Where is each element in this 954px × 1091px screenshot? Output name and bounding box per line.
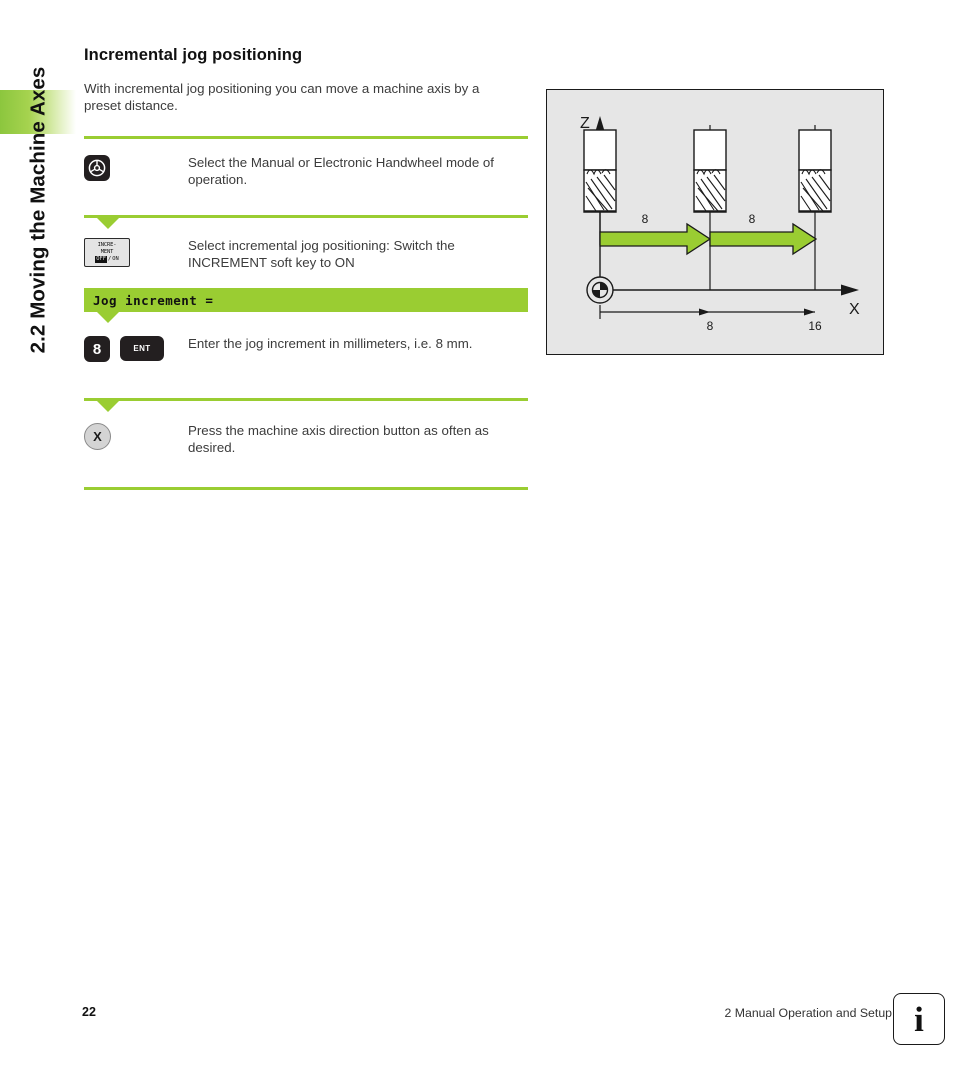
step-2-keys: INCRE- MENT OFF / ON (84, 236, 188, 267)
info-icon[interactable]: i (893, 993, 945, 1045)
content-column: Incremental jog positioning With increme… (84, 46, 528, 490)
x-axis-label: X (849, 301, 860, 318)
axis-direction-key-x[interactable]: X (84, 423, 111, 450)
tool-position-2 (693, 125, 727, 290)
increment-label-1: 8 (642, 212, 649, 226)
tool-position-1 (583, 125, 617, 245)
increment-arrow-2 (709, 222, 818, 256)
section-divider-2 (84, 215, 528, 229)
softkey-state-separator: / (108, 256, 112, 263)
chapter-tab-title: 2.2 Moving the Machine Axes (0, 0, 76, 420)
page-footer: 22 2 Manual Operation and Setup i (0, 993, 954, 1070)
step-1-text: Select the Manual or Electronic Handwhee… (188, 155, 494, 187)
divider-notch-icon (97, 401, 119, 412)
jog-increment-prompt-bar: Jog increment = (84, 288, 528, 312)
enter-key[interactable]: ENT (120, 336, 164, 361)
chapter-tab-accent (0, 90, 76, 134)
section-divider-1 (84, 136, 528, 139)
datum-origin-icon (586, 276, 614, 304)
softkey-state: OFF / ON (95, 256, 119, 263)
numeric-key-8[interactable]: 8 (84, 336, 110, 362)
step-row-4: X Press the machine axis direction butto… (84, 401, 528, 487)
divider-notch-icon (97, 218, 119, 229)
softkey-state-on: ON (112, 256, 119, 263)
step-4-keys: X (84, 421, 188, 450)
step-row-1: Select the Manual or Electronic Handwhee… (84, 139, 528, 215)
increment-softkey[interactable]: INCRE- MENT OFF / ON (84, 238, 130, 267)
increment-arrow-1 (599, 222, 712, 256)
section-divider-4 (84, 487, 528, 490)
softkey-state-off: OFF (95, 256, 107, 263)
absolute-label-2: 16 (808, 319, 822, 333)
incremental-jog-diagram: Z X 8 8 8 16 (546, 89, 884, 355)
diagram-svg: Z X 8 8 8 16 (580, 115, 860, 333)
increment-label-2: 8 (749, 212, 756, 226)
footer-chapter-label: 2 Manual Operation and Setup (724, 1006, 893, 1020)
page-number: 22 (82, 1005, 96, 1019)
section-divider-3 (84, 398, 528, 412)
step-row-3: 8 ENT Enter the jog increment in millime… (84, 312, 528, 398)
step-1-keys (84, 153, 188, 181)
intro-paragraph: With incremental jog positioning you can… (84, 81, 480, 113)
jog-increment-prompt-label: Jog increment = (93, 292, 214, 308)
prompt-notch-icon (97, 312, 119, 323)
step-3-keys: 8 ENT (84, 334, 188, 362)
page-title: Incremental jog positioning (84, 46, 303, 64)
handwheel-icon[interactable] (84, 155, 110, 181)
step-3-text: Enter the jog increment in millimeters, … (188, 336, 473, 351)
x-axis-arrowhead-icon (841, 284, 859, 296)
absolute-label-1: 8 (707, 319, 714, 333)
absolute-dimension-line (599, 305, 815, 319)
step-4-text: Press the machine axis direction button … (188, 423, 489, 455)
step-2-text: Select incremental jog positioning: Swit… (188, 238, 455, 270)
tool-position-3 (798, 125, 832, 290)
softkey-line-2: MENT (100, 248, 114, 255)
step-row-2: INCRE- MENT OFF / ON Select incremental … (84, 218, 528, 288)
